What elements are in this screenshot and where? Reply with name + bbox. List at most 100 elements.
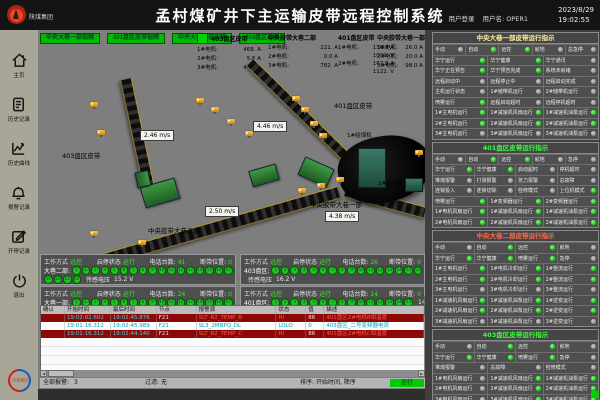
camera-icon[interactable]: [336, 177, 344, 182]
status-lamp-off-icon: [591, 319, 596, 324]
status-label: 2#减速机油泵运行: [490, 307, 532, 314]
status-lamp-off-icon: [591, 178, 596, 183]
sensor-node: 3: [91, 266, 100, 275]
camera-icon[interactable]: [415, 150, 423, 155]
status-cell: 检修模式: [543, 363, 598, 373]
camera-icon[interactable]: [138, 240, 146, 245]
status-label: 远程停止中: [490, 78, 515, 85]
drive-unit: [248, 163, 280, 187]
camera-icon[interactable]: [97, 130, 105, 135]
sensor-node: 8: [338, 266, 347, 275]
camera-icon[interactable]: [196, 98, 204, 103]
control-stat: 工作方式远控: [44, 257, 82, 266]
status-lamp-off-icon: [536, 365, 541, 370]
status-row: 3#主电机运行3#减速机风扇运行3#减速机油泵运行: [433, 128, 598, 139]
sidebar-item-label: 报警记录: [8, 203, 30, 211]
status-cell: 3#减速机风扇运行: [433, 317, 487, 327]
status-cell: 2#主电机运行: [433, 275, 487, 285]
control-stat: 启停状态运行: [97, 289, 135, 298]
belt-speed-readout: 2.46 m/s: [140, 130, 174, 141]
status-lamp-on-icon: [591, 277, 596, 282]
camera-icon[interactable]: [310, 121, 318, 126]
alarm-row[interactable]: 19:01:16.31219:02:45.989F21SL3_2MBPQ_DLL…: [41, 322, 424, 330]
status-lamp-on-icon: [508, 355, 513, 360]
sensor-node: 14: [395, 266, 404, 275]
status-lamp-off-icon: [591, 131, 596, 136]
status-label: 远控: [518, 244, 528, 251]
footer-logo-icon: 中煤集团: [3, 364, 35, 396]
status-label: 1#减速机风扇运行: [435, 297, 477, 304]
user-login-link[interactable]: 用户登录: [448, 15, 474, 23]
status-cell: 远控: [498, 155, 531, 165]
camera-icon[interactable]: [319, 133, 327, 138]
status-cell: 1#减速机风扇运行: [433, 296, 487, 306]
status-label: 1#减速机风扇运行: [490, 375, 532, 382]
camera-icon[interactable]: [90, 231, 98, 236]
status-panel: 401盘区皮带运行指示手动自动远控就地急停华宁运行华宁健康启动超时停机超时堆煤报…: [432, 142, 599, 229]
camera-icon[interactable]: [90, 102, 98, 107]
status-cell: 主机运行状态: [433, 87, 487, 97]
camera-icon[interactable]: [298, 188, 306, 193]
camera-icon[interactable]: [211, 107, 219, 112]
motor-panel-title-text: 中央胶带大巷一部: [377, 33, 425, 42]
scroll-right-icon[interactable]: ►: [418, 370, 425, 377]
control-stats-row: 工作方式远控启停状态运行电话台数:24断带位置:0: [44, 288, 232, 298]
camera-icon[interactable]: [292, 96, 300, 101]
status-label: 1#整流运行: [546, 265, 573, 272]
status-label: 检修模式: [518, 187, 538, 194]
sidebar-item-runlog[interactable]: 开停记录: [8, 228, 30, 255]
video-button-1[interactable]: 中央大巷一部视频: [40, 33, 100, 44]
sidebar-item-home[interactable]: 主页: [11, 52, 28, 79]
status-cell: 远程停机超时: [543, 98, 598, 108]
date: 2023/8/29: [558, 5, 594, 15]
status-cell: 喷雾运行: [515, 353, 557, 363]
alarm-cell: 19:01:16.312: [65, 322, 111, 330]
status-lamp-off-icon: [467, 344, 472, 349]
alarm-cell: HI: [276, 314, 306, 322]
status-row: 喷雾运行1#变频器运行2#变频器运行: [433, 196, 598, 207]
table-horizontal-scrollbar[interactable]: ◄ ►: [40, 370, 425, 377]
sensor-node: 5: [309, 266, 318, 275]
status-lamp-off-icon: [550, 167, 555, 172]
alarm-row[interactable]: 19:01:16.31219:02:44.140F21SLT_R2_TEMP_C…: [41, 330, 424, 338]
sidebar-item-trend[interactable]: 历史曲线: [8, 140, 30, 167]
status-lamp-off-icon: [508, 188, 513, 193]
status-cell: 华宁健康: [474, 165, 516, 175]
status-lamp-on-icon: [536, 266, 541, 271]
status-label: 喷雾运行: [435, 99, 455, 106]
status-lamp-on-icon: [480, 220, 485, 225]
camera-icon[interactable]: [245, 131, 253, 136]
camera-icon[interactable]: [227, 119, 235, 124]
status-cell: 总急停: [565, 45, 598, 55]
belt-speed-readout: 4.46 m/s: [253, 121, 287, 132]
status-cell: 华宁健康: [487, 56, 542, 66]
user-name: 用户名: OPER1: [482, 15, 528, 23]
status-label: 2#整流运行: [546, 276, 573, 283]
status-label: 急停: [568, 156, 578, 163]
sidebar-item-history[interactable]: 历史记录: [8, 96, 30, 123]
status-lamp-on-icon: [591, 376, 596, 381]
status-label: 手动: [435, 46, 445, 53]
camera-icon[interactable]: [301, 107, 309, 112]
status-lamp-on-icon: [491, 47, 496, 52]
control-stat: 启停状态运行: [293, 289, 331, 298]
alarm-row[interactable]: 19:02:02.60219:02:45.876F21SLT_R2_TEMP_B…: [41, 314, 424, 322]
alarm-cell: F21: [157, 314, 197, 322]
camera-icon[interactable]: [317, 183, 325, 188]
status-label: 就地: [560, 343, 570, 350]
status-row: 华宁运行华宁健康华宁通讯: [433, 55, 598, 66]
scroll-left-icon[interactable]: ◄: [40, 370, 47, 377]
status-lamp-on-icon: [467, 355, 472, 360]
sidebar-item-alarm[interactable]: 报警记录: [8, 184, 30, 211]
status-cell: 堆煤报警: [433, 176, 474, 186]
status-lamp-on-icon: [480, 308, 485, 313]
sensor-node: 16: [414, 266, 423, 275]
status-label: 2#减速机风扇运行: [490, 219, 532, 226]
sidebar-item-exit[interactable]: 退出: [11, 272, 28, 299]
scroll-thumb[interactable]: [48, 370, 74, 377]
control-panel-name: 大巷二部:: [44, 266, 70, 275]
video-button-2[interactable]: 401盘区皮带视频: [107, 33, 165, 44]
alarm-cell: F21: [157, 322, 197, 330]
status-lamp-on-icon: [480, 209, 485, 214]
alarm-cell: 86: [306, 330, 324, 338]
